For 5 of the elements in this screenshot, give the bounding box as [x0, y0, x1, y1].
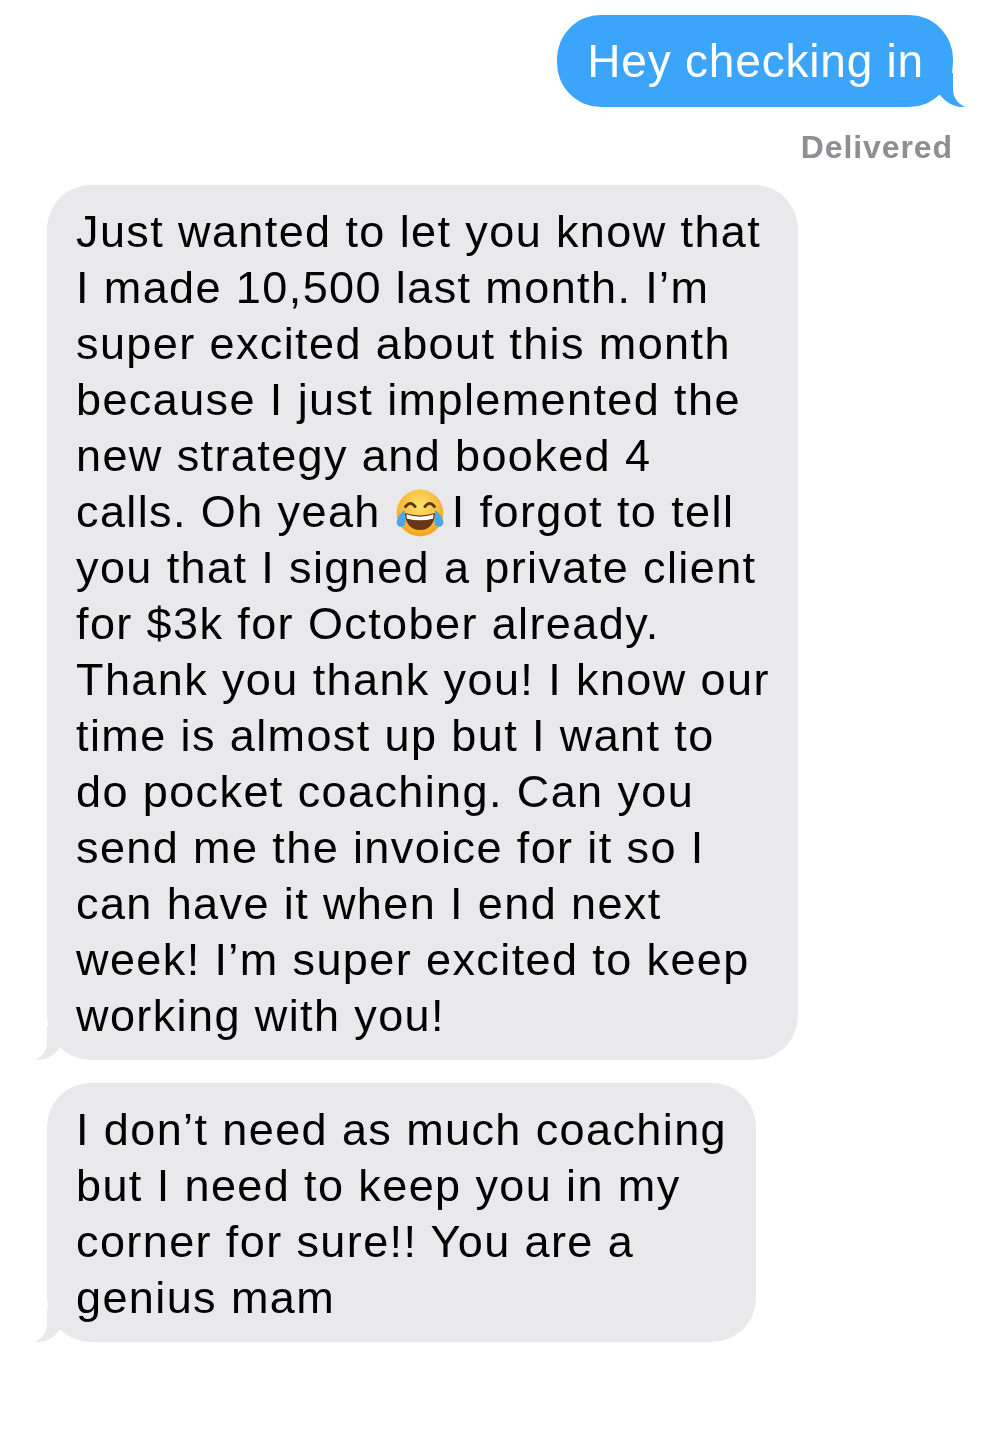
delivery-status: Delivered	[800, 128, 953, 166]
message-text: Just wanted to let you know that I made 10,500 last month. I’m super excited about this month because I just implemented the new strategy and booked 4 calls. Oh yeah I forgot to tell you that I signed a private client for $3k for October already. Thank you thank you! I know our time is almost up but I want to do pocket coaching. Can you send me the invoice for it so I can have it when I end next week! I’m super excited to keep working with you!	[76, 205, 771, 1043]
message-text: Hey checking in	[587, 34, 924, 89]
laughing-tears-face-icon	[394, 488, 445, 538]
message-text: I don’t need as much coaching but I need to keep you in my corner for sure!! You are a genius mam	[76, 1103, 728, 1325]
